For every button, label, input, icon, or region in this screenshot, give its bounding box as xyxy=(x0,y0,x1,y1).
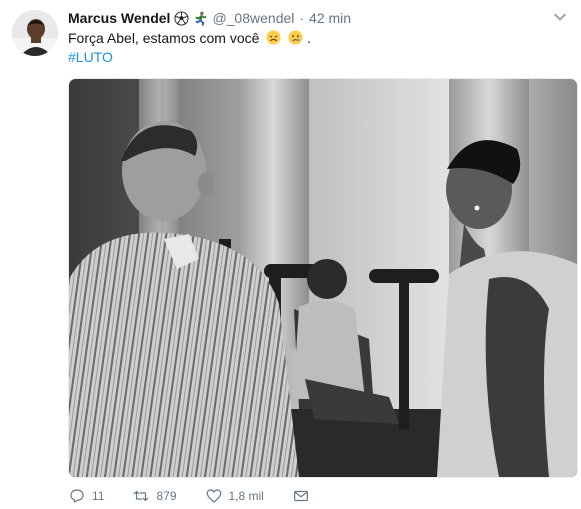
chevron-down-icon[interactable] xyxy=(553,10,567,24)
envelope-icon xyxy=(293,490,308,502)
display-name[interactable]: Marcus Wendel xyxy=(68,10,170,26)
tweet-header: Marcus Wendel @_08wendel · 42 min xyxy=(68,9,351,27)
reply-count: 11 xyxy=(92,489,105,503)
like-button[interactable]: 1,8 mil xyxy=(205,487,264,505)
runner-icon xyxy=(193,11,208,26)
hashtag-link[interactable]: #LUTO xyxy=(68,48,113,67)
tweet-actions: 11 879 1,8 mil xyxy=(68,486,344,506)
retweet-button[interactable]: 879 xyxy=(132,487,177,505)
reply-icon xyxy=(70,489,84,503)
crying-face-icon xyxy=(288,30,303,45)
tweet-text-end: . xyxy=(307,30,311,46)
user-handle[interactable]: @_08wendel xyxy=(212,10,294,26)
retweet-icon xyxy=(134,490,149,502)
tweet-text: Força Abel, estamos com você . xyxy=(68,29,311,48)
retweet-count: 879 xyxy=(156,489,177,503)
timestamp[interactable]: 42 min xyxy=(309,10,351,26)
like-count: 1,8 mil xyxy=(228,489,264,503)
soccer-ball-icon xyxy=(174,10,189,26)
tired-face-icon xyxy=(266,30,281,45)
separator-dot: · xyxy=(299,10,305,26)
heart-icon xyxy=(206,489,221,503)
avatar[interactable] xyxy=(12,10,58,56)
tweet-photo[interactable] xyxy=(68,78,578,478)
reply-button[interactable]: 11 xyxy=(68,487,104,505)
tweet-text-body: Força Abel, estamos com você xyxy=(68,30,260,46)
direct-message-button[interactable] xyxy=(292,487,316,505)
